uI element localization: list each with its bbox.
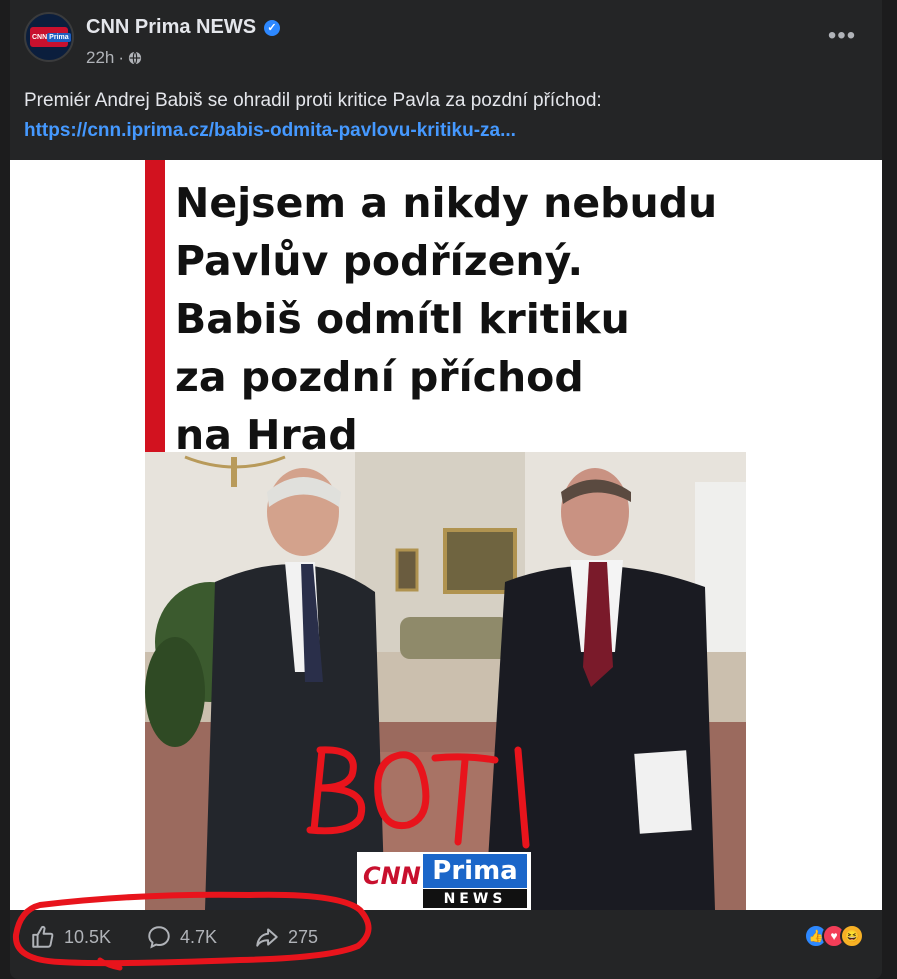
post-meta: 22h · — [86, 48, 142, 68]
boti-annotation — [306, 746, 530, 849]
avatar-logo-cnn: CNN — [32, 33, 48, 41]
haha-reaction-icon: 😆 — [840, 924, 864, 948]
headline-accent-bar — [145, 160, 165, 452]
post-card: CNN Prima CNN Prima NEWS ✓ 22h · ••• Pre… — [10, 0, 882, 979]
avatar-logo-prima: Prima — [47, 32, 71, 42]
share-count[interactable]: 275 — [288, 927, 318, 948]
image-headline: Nejsem a nikdy nebudu Pavlův podřízený. … — [175, 174, 795, 464]
verified-badge-icon: ✓ — [264, 19, 281, 36]
post-header: CNN Prima CNN Prima NEWS ✓ 22h · ••• — [24, 12, 864, 68]
logo-cnn-text: CNN — [363, 862, 421, 890]
share-stat[interactable]: 275 — [254, 924, 318, 950]
like-count[interactable]: 10.5K — [64, 927, 111, 948]
headline-line: Pavlův podřízený. — [175, 237, 584, 285]
logo-prima-text: Prima — [432, 856, 518, 886]
page-avatar[interactable]: CNN Prima — [24, 12, 74, 62]
post-text: Premiér Andrej Babiš se ohradil proti kr… — [24, 86, 864, 146]
avatar-logo: CNN Prima — [30, 27, 71, 47]
comment-icon — [148, 926, 170, 949]
post-footer: 10.5K 4.7K 275 👍 ♥ 😆 — [10, 910, 882, 979]
post-time[interactable]: 22h — [86, 48, 114, 68]
comment-count[interactable]: 4.7K — [180, 927, 217, 948]
share-icon — [256, 928, 278, 947]
comment-stat[interactable]: 4.7K — [146, 924, 217, 950]
headline-line: Nejsem a nikdy nebudu — [175, 179, 718, 227]
post-link[interactable]: https://cnn.iprima.cz/babis-odmita-pavlo… — [24, 116, 864, 146]
logo-news-box: NEWS — [423, 889, 527, 908]
more-options-icon[interactable]: ••• — [824, 18, 860, 54]
logo-news-text: NEWS — [443, 890, 507, 907]
headline-line: za pozdní příchod — [175, 353, 584, 401]
logo-prima-box: Prima — [423, 854, 527, 888]
post-image[interactable]: Nejsem a nikdy nebudu Pavlův podřízený. … — [10, 160, 882, 910]
globe-icon — [128, 51, 142, 65]
post-message: Premiér Andrej Babiš se ohradil proti kr… — [24, 90, 602, 111]
reactions-summary[interactable]: 👍 ♥ 😆 — [804, 924, 864, 948]
like-stat[interactable]: 10.5K — [30, 924, 111, 950]
like-icon — [32, 925, 54, 948]
page-name-text[interactable]: CNN Prima NEWS — [86, 16, 256, 39]
page-name[interactable]: CNN Prima NEWS ✓ — [86, 16, 281, 39]
cnn-prima-news-logo: CNN Prima NEWS — [357, 852, 531, 910]
headline-line: Babiš odmítl kritiku — [175, 295, 630, 343]
meta-separator: · — [118, 48, 125, 67]
